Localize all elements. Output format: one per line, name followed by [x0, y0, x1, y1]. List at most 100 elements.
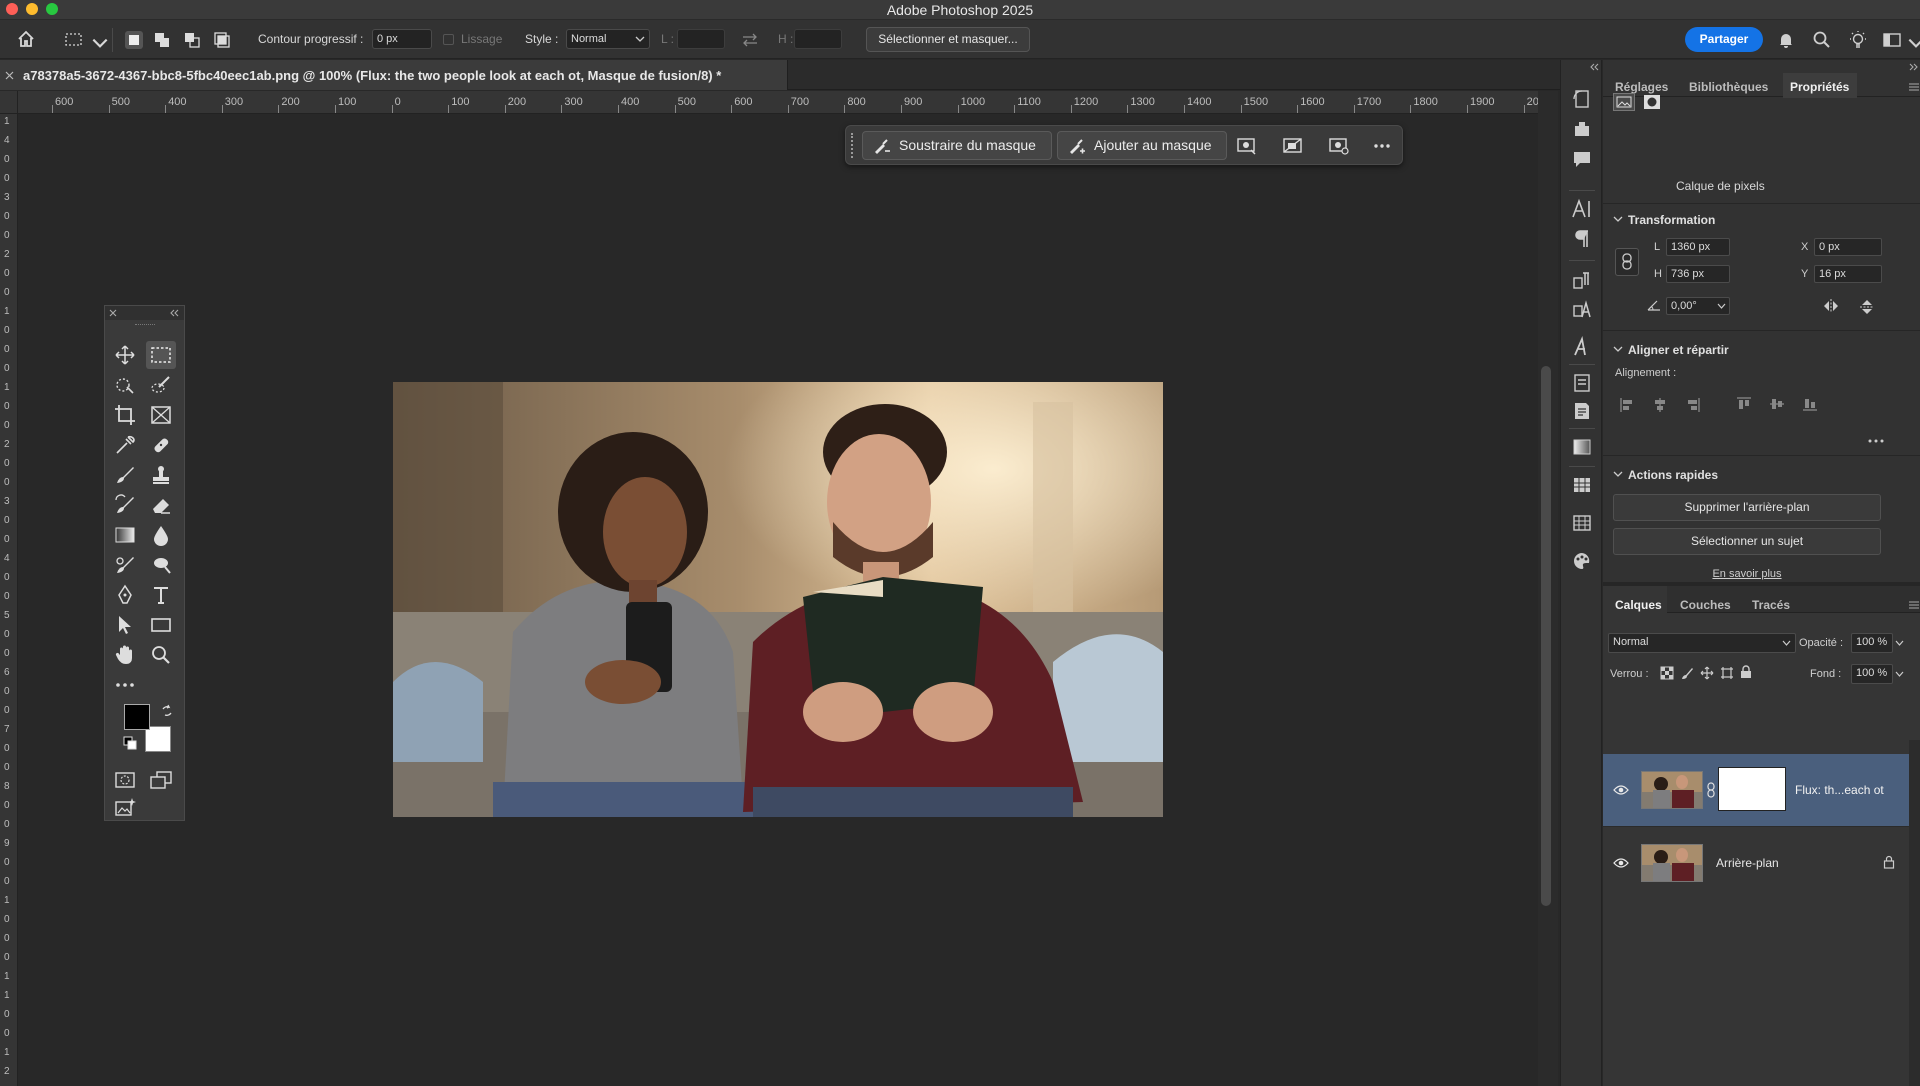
gradients-panel-icon[interactable]: [1571, 436, 1593, 458]
default-colors-icon[interactable]: [123, 736, 137, 750]
eye-icon[interactable]: [1613, 857, 1629, 869]
blur-tool-icon[interactable]: [149, 523, 173, 547]
history-brush-tool-icon[interactable]: [113, 493, 137, 517]
expand-icon[interactable]: [1909, 63, 1919, 71]
zoom-tool-icon[interactable]: [149, 643, 173, 667]
canvas-vertical-scrollbar[interactable]: [1538, 91, 1558, 1086]
paragraph-styles-icon[interactable]: [1571, 270, 1593, 292]
angle-field[interactable]: 0,00°: [1666, 297, 1730, 315]
collapse-icon[interactable]: [1589, 63, 1599, 71]
subtract-from-mask-button[interactable]: Soustraire du masque: [862, 131, 1052, 160]
chevron-down-icon[interactable]: [1613, 469, 1623, 479]
width-input[interactable]: [677, 29, 725, 49]
pen-tool-icon[interactable]: [113, 583, 137, 607]
more-options-icon[interactable]: [1868, 438, 1884, 444]
select-and-mask-button[interactable]: Sélectionner et masquer...: [866, 27, 1030, 52]
tab-layers[interactable]: Calques: [1615, 598, 1662, 612]
lock-pixels-icon[interactable]: [1680, 666, 1694, 680]
chevron-down-icon[interactable]: [1613, 214, 1623, 224]
link-dimensions-button[interactable]: [1615, 248, 1639, 276]
move-tool-icon[interactable]: [113, 343, 137, 367]
lock-all-icon[interactable]: [1740, 665, 1752, 679]
mask-options-icon[interactable]: [1236, 136, 1258, 156]
marquee-preset-icon[interactable]: [64, 30, 84, 50]
close-icon[interactable]: [5, 71, 14, 80]
lock-artboard-icon[interactable]: [1720, 666, 1734, 680]
pixel-layer-icon[interactable]: [1613, 93, 1635, 111]
align-top-icon[interactable]: [1736, 397, 1752, 411]
color-palette-icon[interactable]: [1571, 550, 1593, 572]
quick-mask-icon[interactable]: [113, 768, 137, 792]
layer-name[interactable]: Arrière-plan: [1716, 856, 1779, 870]
swap-colors-icon[interactable]: [160, 704, 174, 718]
select-subject-button[interactable]: Sélectionner un sujet: [1613, 528, 1881, 555]
subtract-selection-icon[interactable]: [182, 30, 202, 50]
tab-properties[interactable]: Propriétés: [1790, 80, 1849, 94]
search-icon[interactable]: [1812, 30, 1832, 50]
more-tools-icon[interactable]: [113, 673, 137, 697]
brush-tool-icon[interactable]: [113, 463, 137, 487]
notes-panel-icon[interactable]: [1571, 400, 1593, 422]
quick-selection-tool-icon[interactable]: [149, 373, 173, 397]
chevron-down-icon[interactable]: [1895, 671, 1904, 678]
adjustments-grid-icon[interactable]: [1571, 474, 1593, 496]
disable-mask-icon[interactable]: [1282, 136, 1304, 156]
width-field[interactable]: 1360 px: [1666, 238, 1730, 256]
layers-scrollbar[interactable]: [1909, 740, 1920, 1086]
layer-row[interactable]: Flux: th...each ot: [1603, 754, 1909, 826]
flip-horizontal-icon[interactable]: [1822, 298, 1840, 314]
layer-comps-icon[interactable]: [1571, 372, 1593, 394]
blend-mode-select[interactable]: Normal: [1608, 633, 1796, 653]
tab-libraries[interactable]: Bibliothèques: [1689, 80, 1768, 94]
tab-adjustments[interactable]: Réglages: [1615, 80, 1668, 94]
path-selection-tool-icon[interactable]: [113, 613, 137, 637]
add-selection-icon[interactable]: [152, 30, 172, 50]
antialias-checkbox[interactable]: [443, 34, 454, 45]
character-styles-icon[interactable]: [1571, 298, 1593, 320]
lock-position-icon[interactable]: [1700, 666, 1714, 680]
height-field[interactable]: 736 px: [1666, 265, 1730, 283]
history-panel-icon[interactable]: [1571, 88, 1593, 110]
object-selection-tool-icon[interactable]: [113, 373, 137, 397]
character-panel-icon[interactable]: [1571, 198, 1593, 220]
swap-dimensions-icon[interactable]: [740, 30, 760, 50]
foreground-color-swatch[interactable]: [124, 704, 150, 730]
mask-visibility-icon[interactable]: [1328, 136, 1350, 156]
share-button[interactable]: Partager: [1685, 27, 1763, 52]
align-vertical-center-icon[interactable]: [1769, 397, 1785, 411]
type-tool-icon[interactable]: [149, 583, 173, 607]
frame-tool-icon[interactable]: [149, 403, 173, 427]
align-right-icon[interactable]: [1686, 397, 1700, 413]
lock-transparent-icon[interactable]: [1660, 666, 1674, 680]
flip-vertical-icon[interactable]: [1859, 298, 1875, 316]
rectangular-marquee-tool-icon[interactable]: [149, 343, 173, 367]
chevron-down-icon[interactable]: [90, 33, 110, 53]
home-icon[interactable]: [16, 29, 36, 49]
lock-icon[interactable]: [1883, 855, 1895, 869]
layer-mask-thumbnail[interactable]: [1718, 767, 1786, 811]
tools-panel-header[interactable]: [105, 306, 184, 320]
drag-handle[interactable]: [851, 133, 854, 158]
glyphs-panel-icon[interactable]: [1571, 336, 1593, 358]
workspace-icon[interactable]: [1882, 30, 1902, 50]
close-icon[interactable]: [109, 309, 117, 317]
layer-mask-icon[interactable]: [1641, 93, 1663, 111]
new-selection-icon[interactable]: [124, 30, 144, 50]
feather-input[interactable]: 0 px: [372, 29, 432, 49]
comments-panel-icon[interactable]: [1571, 148, 1593, 170]
align-horizontal-center-icon[interactable]: [1653, 397, 1667, 413]
fill-field[interactable]: 100 %: [1851, 664, 1893, 684]
drag-grip[interactable]: [135, 324, 155, 326]
collapse-icon[interactable]: [169, 309, 179, 317]
learn-more-link[interactable]: En savoir plus: [1603, 568, 1891, 580]
chevron-down-icon[interactable]: [1613, 344, 1623, 354]
align-left-icon[interactable]: [1620, 397, 1634, 413]
align-bottom-icon[interactable]: [1802, 397, 1818, 411]
chain-link-icon[interactable]: [1707, 781, 1715, 799]
intersect-selection-icon[interactable]: [212, 30, 232, 50]
layer-name[interactable]: Flux: th...each ot: [1795, 783, 1884, 797]
tables-panel-icon[interactable]: [1571, 512, 1593, 534]
bell-icon[interactable]: [1776, 30, 1796, 50]
panel-menu-icon[interactable]: [1909, 83, 1919, 91]
chevron-down-icon[interactable]: [1895, 640, 1904, 647]
